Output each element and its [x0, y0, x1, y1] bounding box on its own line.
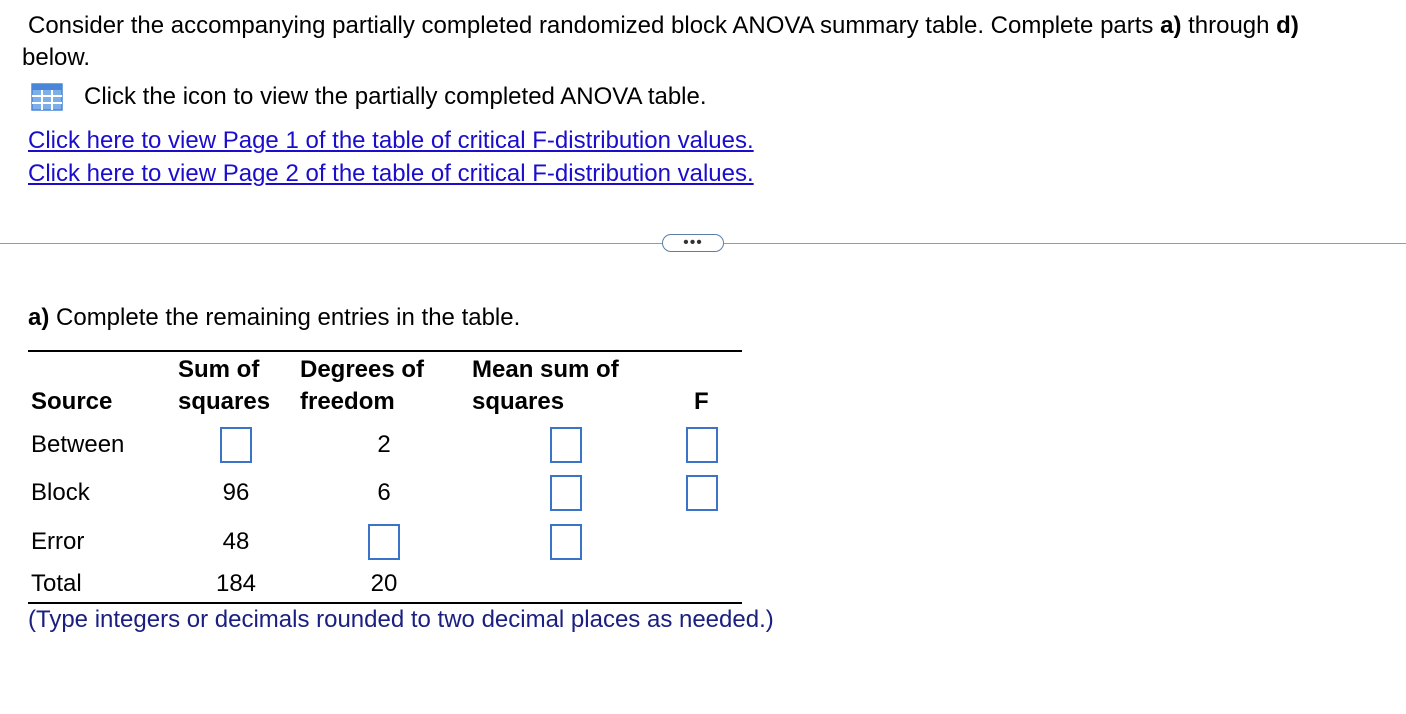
view-table-text: Click the icon to view the partially com…: [84, 83, 707, 110]
row-block-source: Block: [31, 479, 90, 506]
header-df-line2: freedom: [300, 388, 395, 415]
f-table-page2-link[interactable]: Click here to view Page 2 of the table o…: [28, 157, 754, 190]
header-df-line1: Degrees of: [300, 356, 425, 383]
row-between-source: Between: [31, 431, 125, 458]
question-text-part: Consider the accompanying partially comp…: [28, 12, 1161, 39]
row-total-ss: 184: [215, 570, 257, 597]
row-between-df: 2: [377, 431, 391, 458]
row-total-df: 20: [370, 570, 398, 597]
row-error-source: Error: [31, 528, 85, 555]
row-total-source: Total: [31, 570, 82, 597]
f-table-page1-link[interactable]: Click here to view Page 1 of the table o…: [28, 124, 754, 157]
header-ss-line1: Sum of: [178, 356, 260, 383]
header-ss-line2: squares: [178, 388, 271, 415]
between-ms-input[interactable]: [550, 427, 582, 463]
answer-format-hint: (Type integers or decimals rounded to tw…: [28, 606, 774, 633]
header-f: F: [694, 388, 709, 415]
between-f-input[interactable]: [686, 427, 718, 463]
table-top-rule: [28, 350, 742, 352]
row-block-ss: 96: [222, 479, 250, 506]
question-text-part: below.: [22, 44, 91, 71]
table-grid-icon[interactable]: [28, 82, 66, 112]
question-part-a-ref: a): [1160, 12, 1182, 39]
block-ms-input[interactable]: [550, 475, 582, 511]
header-ms-line2: squares: [472, 388, 565, 415]
header-source: Source: [31, 388, 113, 415]
part-a-prompt: a) Complete the remaining entries in the…: [28, 302, 520, 334]
error-df-input[interactable]: [368, 524, 400, 560]
part-a-text: Complete the remaining entries in the ta…: [49, 304, 521, 331]
block-f-input[interactable]: [686, 475, 718, 511]
header-ms-line1: Mean sum of: [472, 356, 619, 383]
ellipsis-icon[interactable]: •••: [662, 234, 724, 252]
question-text-part: through: [1181, 12, 1277, 39]
question-text: Consider the accompanying partially comp…: [22, 10, 1398, 74]
error-ms-input[interactable]: [550, 524, 582, 560]
row-block-df: 6: [377, 479, 391, 506]
view-table-row: Click the icon to view the partially com…: [28, 82, 707, 112]
part-a-label: a): [28, 304, 50, 331]
question-part-d-ref: d): [1276, 12, 1299, 39]
row-error-ss: 48: [222, 528, 250, 555]
between-ss-input[interactable]: [220, 427, 252, 463]
